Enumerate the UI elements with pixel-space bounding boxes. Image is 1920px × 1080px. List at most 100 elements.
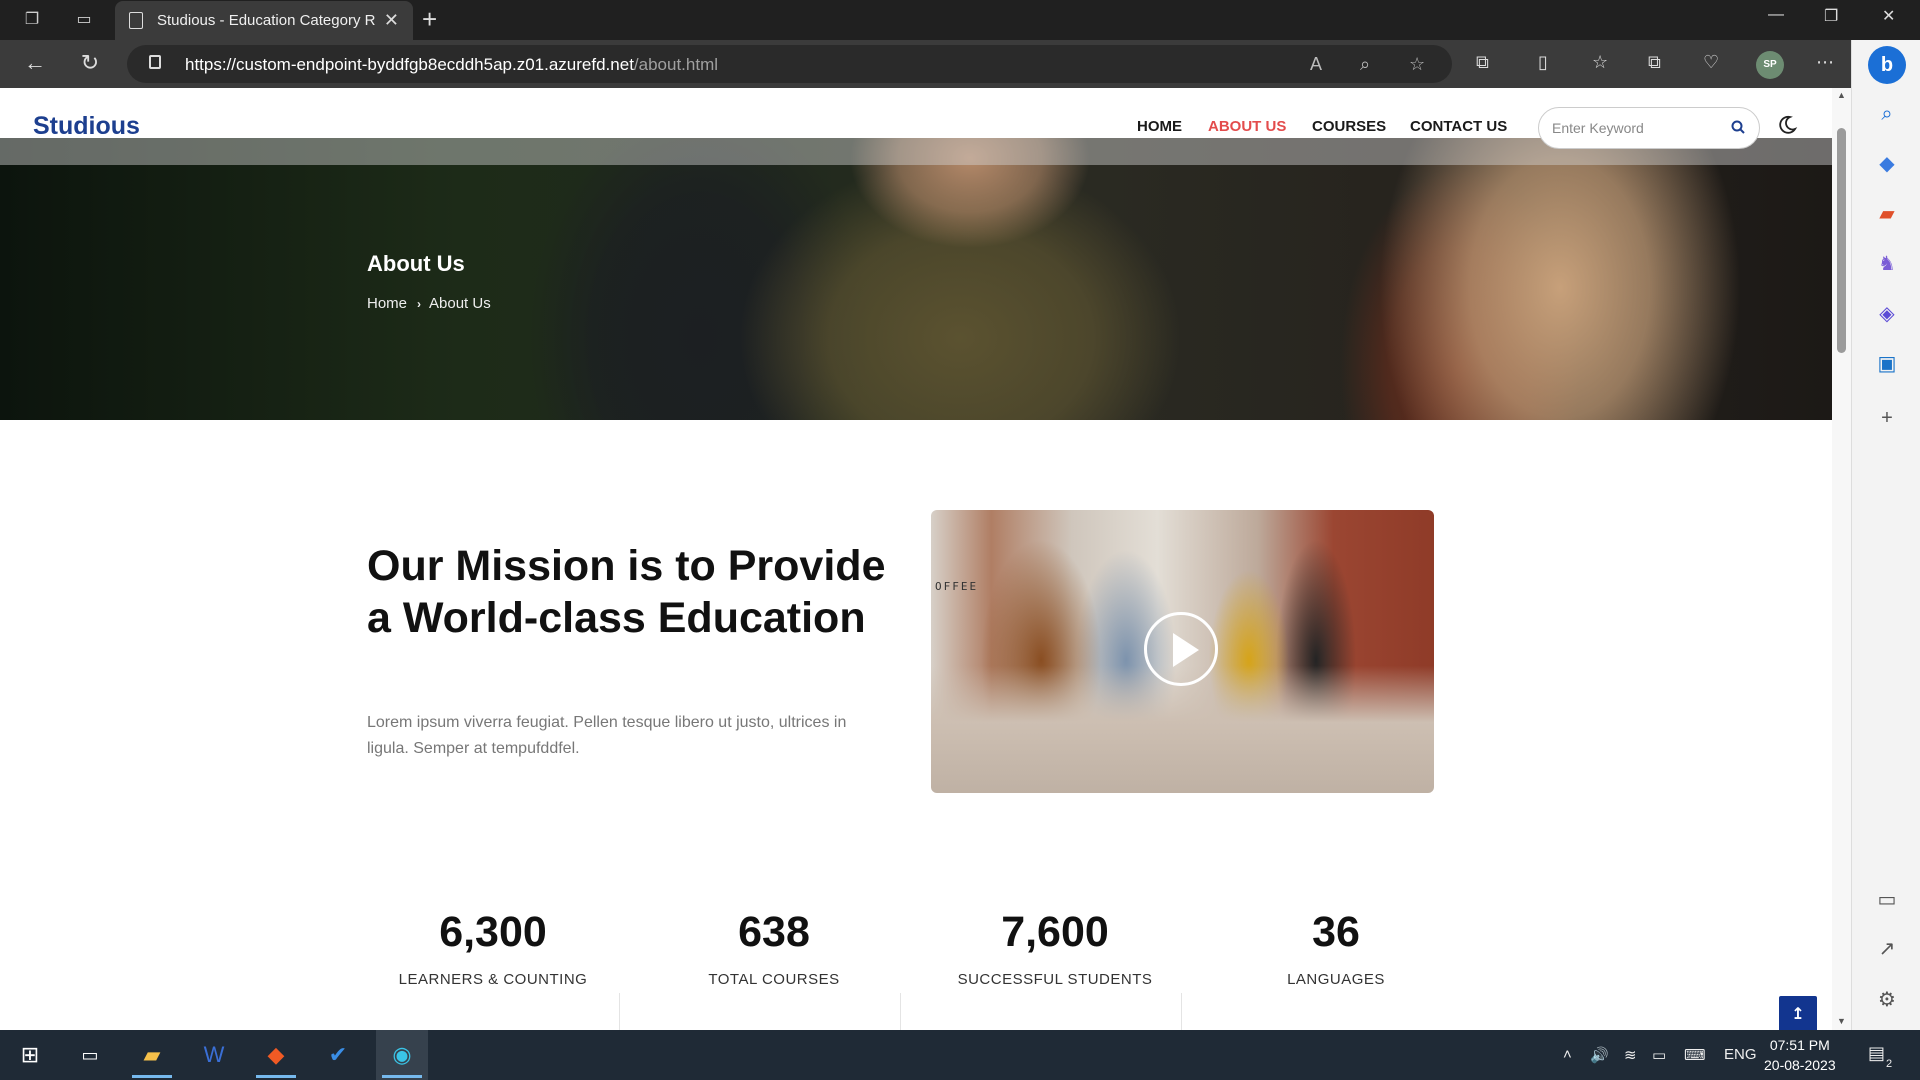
volume-icon[interactable]: 🔊 [1590,1046,1609,1064]
extensions-icon[interactable]: ⧉ [1476,52,1489,73]
stat-value: 638 [738,908,810,956]
search-input[interactable]: Enter Keyword [1538,107,1760,149]
minimize-icon[interactable]: — [1768,6,1784,24]
hero-banner [0,138,1832,420]
stat-divider [900,993,901,1030]
page-icon [129,12,143,29]
notification-icon[interactable]: ▤ [1868,1043,1885,1064]
battery-icon[interactable]: ▭ [1652,1046,1666,1064]
edge-icon[interactable]: ◉ [376,1030,428,1080]
breadcrumb: Home › About Us [367,295,491,312]
health-icon[interactable]: ♡ [1703,52,1719,73]
dark-mode-icon[interactable] [1776,114,1798,136]
play-icon[interactable] [1144,612,1218,686]
stat-value: 36 [1312,908,1360,956]
play-triangle [1173,633,1199,667]
chess-icon[interactable]: ♞ [1875,252,1899,276]
read-aloud-icon[interactable]: A [1310,54,1322,75]
workspaces-icon[interactable]: ❐ [20,8,44,32]
outlook-icon[interactable]: ▣ [1875,352,1899,376]
bing-chat-icon[interactable]: b [1868,46,1906,84]
settings-icon[interactable]: ⚙ [1875,988,1899,1012]
add-icon[interactable]: + [1875,406,1899,430]
stat-label: SUCCESSFUL STUDENTS [957,971,1153,988]
refresh-icon[interactable]: ↻ [75,50,105,76]
search-icon[interactable] [1731,120,1745,134]
collections-icon[interactable]: ⧉ [1648,52,1661,73]
clock[interactable]: 07:51 PM 20-08-2023 [1764,1035,1836,1075]
favorites-icon[interactable]: ☆ [1592,52,1608,73]
start-icon[interactable]: ⊞ [4,1030,56,1080]
file-explorer-icon[interactable]: ▰ [126,1030,178,1080]
stat-learners: 6,300 LEARNERS & COUNTING [353,908,633,988]
stat-value: 7,600 [1001,908,1109,956]
notification-count: 2 [1886,1058,1893,1070]
scroll-up-icon[interactable]: ▲ [1837,90,1846,100]
close-window-icon[interactable]: ✕ [1882,6,1895,26]
favorite-star-icon[interactable]: ☆ [1409,54,1425,75]
stat-courses: 638 TOTAL COURSES [634,908,914,988]
task-view-icon[interactable]: ▭ [64,1030,116,1080]
more-menu-icon[interactable]: ⋯ [1816,52,1834,73]
mission-heading: Our Mission is to Provide a World-class … [367,542,886,642]
todo-icon[interactable]: ✔ [312,1030,364,1080]
zoom-icon[interactable]: ⌕ [1360,54,1370,75]
search-icon[interactable]: ⌕ [1875,102,1899,126]
tag-icon[interactable]: ◆ [1875,152,1899,176]
clock-date: 20-08-2023 [1764,1057,1836,1073]
nav-contact-us[interactable]: CONTACT US [1410,118,1507,135]
browser-tab[interactable]: Studious - Education Category R ✕ [115,1,413,40]
new-tab-button[interactable]: + [422,4,437,35]
video-sign-text: OFFEE [935,580,979,593]
stat-languages: 36 LANGUAGES [1196,908,1476,988]
split-icon[interactable]: ▭ [1875,888,1899,912]
search-placeholder: Enter Keyword [1552,120,1644,136]
breadcrumb-current: About Us [429,295,491,312]
tab-actions-icon[interactable]: ▭ [72,8,96,32]
edge-sidebar: b ⌕ ◆ ▰ ♞ ◈ ▣ + ▭ ↗ ⚙ [1851,40,1920,1030]
chevron-up-icon[interactable]: ˄ [1563,1046,1572,1063]
stat-label: LANGUAGES [1287,971,1385,988]
browser-title-bar: ❐ ▭ Studious - Education Category R ✕ + … [0,0,1920,40]
split-screen-icon[interactable]: ▯ [1538,52,1548,73]
brave-icon[interactable]: ◆ [250,1030,302,1080]
video-thumbnail[interactable]: OFFEE [931,510,1434,793]
mission-text: Lorem ipsum viverra feugiat. Pellen tesq… [367,714,847,757]
site-logo[interactable]: Studious [33,112,140,141]
keyboard-icon[interactable]: ⌨ [1684,1046,1706,1064]
briefcase-icon[interactable]: ▰ [1875,202,1899,226]
scrollbar-thumb[interactable] [1837,128,1846,353]
address-bar[interactable]: https://custom-endpoint-byddfgb8ecddh5ap… [127,45,1452,83]
word-icon[interactable]: W [188,1030,240,1080]
close-tab-icon[interactable]: ✕ [384,10,399,31]
restore-icon[interactable]: ❐ [1824,6,1838,26]
stat-divider [619,993,620,1030]
tab-title: Studious - Education Category R [157,12,375,29]
page-scrollbar[interactable]: ▲ ▼ [1832,88,1851,1030]
stat-label: LEARNERS & COUNTING [398,971,588,988]
browser-toolbar: ← ↻ https://custom-endpoint-byddfgb8ecdd… [0,40,1920,88]
web-page: Studious HOME ABOUT US COURSES CONTACT U… [0,88,1832,1030]
back-icon[interactable]: ← [20,50,50,76]
lock-icon[interactable] [149,55,161,69]
chevron-right-icon: › [417,296,422,311]
language-indicator[interactable]: ENG [1724,1046,1757,1063]
clock-time: 07:51 PM [1769,1037,1830,1053]
network-icon[interactable]: ≋ [1624,1046,1637,1064]
breadcrumb-home[interactable]: Home [367,295,407,312]
nav-about-us[interactable]: ABOUT US [1208,118,1286,135]
nav-home[interactable]: HOME [1137,118,1182,135]
copilot-icon[interactable]: ◈ [1875,302,1899,326]
page-title: About Us [367,251,465,276]
profile-avatar[interactable]: SP [1756,51,1784,79]
stat-divider [1181,993,1182,1030]
back-to-top-button[interactable]: ↥ [1779,996,1817,1030]
stat-label: TOTAL COURSES [708,971,840,988]
url-text: https://custom-endpoint-byddfgb8ecddh5ap… [185,55,719,74]
stat-value: 6,300 [439,908,547,956]
nav-courses[interactable]: COURSES [1312,118,1386,135]
external-icon[interactable]: ↗ [1875,937,1899,961]
stat-students: 7,600 SUCCESSFUL STUDENTS [915,908,1195,988]
windows-taskbar: ⊞ ▭ ▰ W ◆ ✔ ◉ ˄ 🔊 ≋ ▭ ⌨ ENG 07:51 PM 20-… [0,1030,1920,1080]
scroll-down-icon[interactable]: ▼ [1837,1016,1846,1026]
